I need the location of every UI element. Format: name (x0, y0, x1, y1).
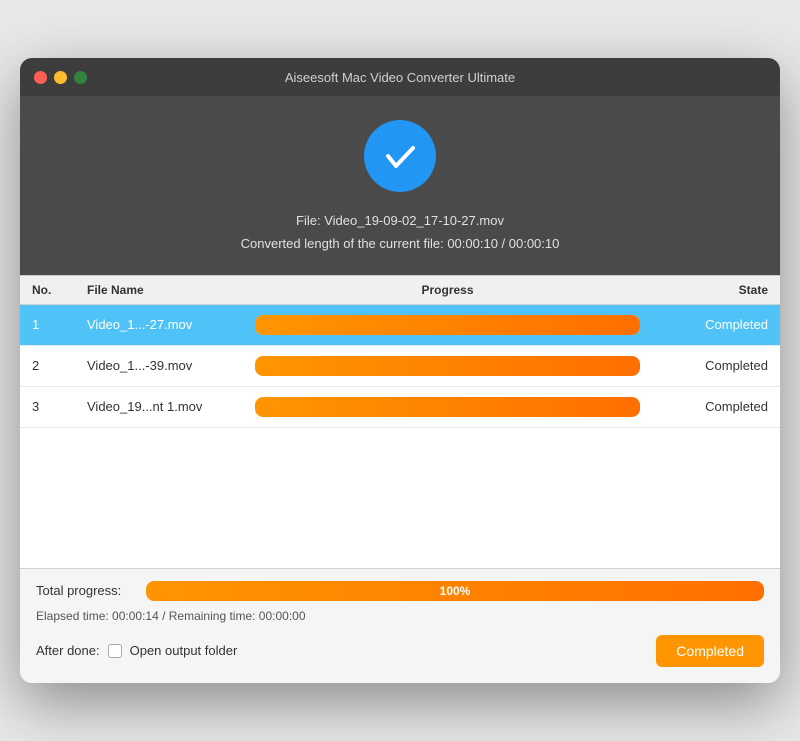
footer-section: Total progress: 100% Elapsed time: 00:00… (20, 568, 780, 683)
table-row[interactable]: 3 Video_19...nt 1.mov 100% Completed (20, 387, 780, 428)
completed-button[interactable]: Completed (656, 635, 764, 667)
row-filename: Video_1...-27.mov (87, 317, 247, 332)
app-window: Aiseesoft Mac Video Converter Ultimate F… (20, 58, 780, 682)
window-title: Aiseesoft Mac Video Converter Ultimate (285, 70, 515, 85)
close-button[interactable] (34, 71, 47, 84)
col-header-no: No. (32, 283, 87, 297)
table-header: No. File Name Progress State (20, 276, 780, 305)
progress-bar-container: 100% (255, 356, 640, 376)
elapsed-time: Elapsed time: 00:00:14 / Remaining time:… (36, 609, 764, 623)
total-progress-label: Total progress: (36, 583, 136, 598)
after-done-label: After done: (36, 643, 100, 658)
after-done-left: After done: Open output folder (36, 643, 237, 658)
total-progress-row: Total progress: 100% (36, 581, 764, 601)
open-folder-label: Open output folder (130, 643, 238, 658)
total-progress-fill: 100% (146, 581, 764, 601)
state-label: Completed (648, 317, 768, 332)
col-header-filename: File Name (87, 283, 247, 297)
header-section: File: Video_19-09-02_17-10-27.mov Conver… (20, 96, 780, 274)
files-table: No. File Name Progress State 1 Video_1..… (20, 275, 780, 568)
file-info: File: Video_19-09-02_17-10-27.mov Conver… (241, 210, 560, 254)
progress-bar-container: 100% (255, 397, 640, 417)
progress-bar-fill (255, 397, 640, 417)
traffic-lights (34, 71, 87, 84)
table-row[interactable]: 2 Video_1...-39.mov 100% Completed (20, 346, 780, 387)
row-filename: Video_19...nt 1.mov (87, 399, 247, 414)
open-folder-checkbox[interactable] (108, 644, 122, 658)
col-header-state: State (648, 283, 768, 297)
titlebar: Aiseesoft Mac Video Converter Ultimate (20, 58, 780, 96)
state-label: Completed (648, 358, 768, 373)
checkmark-icon (380, 136, 420, 176)
col-header-progress: Progress (247, 283, 648, 297)
total-progress-pct-label: 100% (440, 584, 471, 598)
total-progress-bar: 100% (146, 581, 764, 601)
progress-bar-fill (255, 315, 640, 335)
progress-bar-fill (255, 356, 640, 376)
maximize-button[interactable] (74, 71, 87, 84)
file-info-line2: Converted length of the current file: 00… (241, 233, 560, 255)
row-number: 1 (32, 317, 87, 332)
table-spacer (20, 428, 780, 568)
row-number: 2 (32, 358, 87, 373)
state-label: Completed (648, 399, 768, 414)
table-row[interactable]: 1 Video_1...-27.mov 100% Completed (20, 305, 780, 346)
progress-bar-container: 100% (255, 315, 640, 335)
row-number: 3 (32, 399, 87, 414)
file-info-line1: File: Video_19-09-02_17-10-27.mov (241, 210, 560, 232)
row-filename: Video_1...-39.mov (87, 358, 247, 373)
success-icon-circle (364, 120, 436, 192)
minimize-button[interactable] (54, 71, 67, 84)
after-done-row: After done: Open output folder Completed (36, 635, 764, 667)
